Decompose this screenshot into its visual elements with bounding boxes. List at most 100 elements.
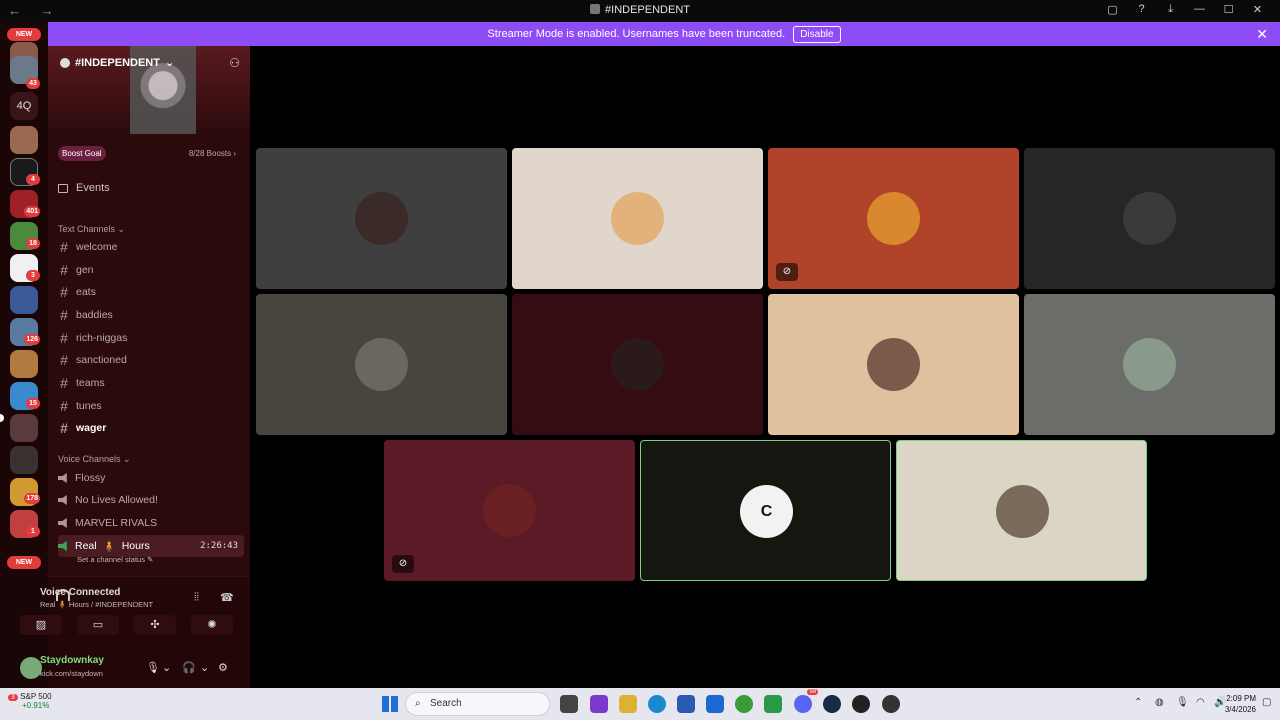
camera-icon[interactable]: ▨ [20, 615, 62, 635]
app-icon[interactable] [852, 695, 870, 713]
channel-eats[interactable]: # eats [58, 282, 244, 302]
username[interactable]: Staydownkay [40, 655, 104, 666]
task-view-icon[interactable] [560, 695, 578, 713]
voice-connected-label: Voice Connected [40, 587, 121, 598]
participant-tile[interactable] [512, 294, 763, 435]
avatar [611, 338, 664, 391]
channel-rich[interactable]: # rich-niggas [58, 328, 244, 348]
voice-connected-channel[interactable]: Real 🧍 Hours / #INDEPENDENT [40, 600, 153, 609]
server-icon[interactable]: 4Q [10, 92, 38, 120]
maximize-button[interactable]: ☐ [1214, 3, 1243, 16]
boost-count: 8/28 Boosts › [188, 149, 236, 158]
outlook-icon[interactable] [706, 695, 724, 713]
participant-tile[interactable] [1024, 148, 1275, 289]
tray-chevron-icon[interactable]: ⌃ [1134, 697, 1142, 708]
minimize-button[interactable]: — [1185, 3, 1214, 16]
participant-tile[interactable] [768, 294, 1019, 435]
voice-channel-real-hours[interactable]: Real 🧍 Hours 2:26:43 [58, 535, 244, 557]
new-badge: NEW [7, 28, 41, 41]
participant-tile[interactable]: ⊘ [384, 440, 635, 581]
voice-channels-category[interactable]: Voice Channels ⌄ [58, 454, 131, 465]
chevron-down-icon[interactable]: ⌄ [200, 661, 209, 674]
network-icon[interactable]: ◍ [1155, 697, 1164, 708]
participant-tile[interactable] [256, 294, 507, 435]
participant-tile[interactable] [512, 148, 763, 289]
channel-teams[interactable]: # teams [58, 373, 244, 393]
edge-icon[interactable] [648, 695, 666, 713]
server-icon[interactable] [10, 350, 38, 378]
participant-tile-speaking[interactable]: C [640, 440, 891, 581]
invite-people-icon[interactable]: ⚇ [229, 56, 240, 70]
participant-tile[interactable] [256, 148, 507, 289]
events-item[interactable]: Events [58, 182, 110, 194]
voice-channel-no-lives[interactable]: No Lives Allowed! [58, 490, 244, 510]
hash-icon: # [60, 398, 68, 414]
boost-goal-bar[interactable]: Boost Goal 8/28 Boosts › [48, 142, 250, 164]
microphone-icon[interactable]: 🎙 [146, 661, 160, 674]
channel-baddies[interactable]: # baddies [58, 305, 244, 325]
activities-icon[interactable]: ✣ [134, 615, 176, 635]
channel-welcome[interactable]: # welcome [58, 237, 244, 257]
channel-tunes[interactable]: # tunes [58, 396, 244, 416]
chrome-icon[interactable] [735, 695, 753, 713]
file-explorer-icon[interactable] [619, 695, 637, 713]
app-icon[interactable] [882, 695, 900, 713]
unread-badge: 3 [26, 270, 40, 281]
server-icon[interactable] [10, 414, 38, 442]
windows-start-icon[interactable] [382, 696, 398, 712]
widget-badge: 3 [8, 694, 18, 701]
download-icon[interactable]: ⤓ [1156, 3, 1185, 16]
screen-icon[interactable]: ▢ [1098, 3, 1127, 16]
soundboard-icon[interactable]: ✺ [191, 615, 233, 635]
voice-channel-flossy[interactable]: Flossy [58, 468, 244, 488]
clock[interactable]: 2:09 PM 3/4/2026 [1225, 693, 1256, 715]
server-header[interactable]: #INDEPENDENT ⌄ ⚇ [48, 46, 250, 134]
channel-status[interactable]: Set a channel status ✎ [77, 555, 153, 564]
participant-tile[interactable]: ⊘ [768, 148, 1019, 289]
stock-widget[interactable]: 3 S&P 500 +0.91% [8, 692, 52, 710]
text-channels-category[interactable]: Text Channels ⌄ [58, 224, 125, 235]
streamer-mode-banner: Streamer Mode is enabled. Usernames have… [48, 22, 1280, 46]
participant-tile-speaking[interactable] [896, 440, 1147, 581]
wifi-icon[interactable]: ◠ [1196, 697, 1205, 708]
unread-badge: 18 [26, 238, 40, 249]
new-badge: NEW [7, 556, 41, 569]
help-icon[interactable]: ? [1127, 3, 1156, 16]
avatar [611, 192, 664, 245]
avatar[interactable] [20, 657, 42, 679]
title-bar: ← → #INDEPENDENT ▢ ? ⤓ — ☐ ✕ [0, 0, 1280, 22]
screen-share-icon[interactable]: ▭ [77, 615, 119, 635]
notification-icon[interactable]: ▢ [1262, 697, 1271, 708]
close-button[interactable]: ✕ [1243, 3, 1272, 16]
voice-channel-marvel[interactable]: MARVEL RIVALS [58, 513, 244, 533]
participant-tile[interactable] [1024, 294, 1275, 435]
avatar [1123, 338, 1176, 391]
steam-icon[interactable] [823, 695, 841, 713]
channel-wager[interactable]: # wager [58, 418, 244, 438]
disable-button[interactable]: Disable [793, 25, 841, 43]
noise-suppression-icon[interactable]: ⦙⦙ [194, 591, 199, 604]
channel-sidebar: #INDEPENDENT ⌄ ⚇ Boost Goal 8/28 Boosts ›… [20, 46, 250, 688]
server-icon[interactable] [10, 446, 38, 474]
avatar [483, 484, 536, 537]
avatar [867, 192, 920, 245]
channel-gen[interactable]: # gen [58, 260, 244, 280]
server-name[interactable]: #INDEPENDENT ⌄ [60, 56, 174, 69]
disconnect-icon[interactable]: ☎ [220, 591, 234, 604]
avatar [996, 485, 1049, 538]
gear-icon[interactable]: ⚙ [218, 661, 228, 674]
user-panel: Staydownkay kick.com/staydown 🎙 ⌄ 🎧 ⌄ ⚙ [20, 651, 250, 687]
headphones-icon[interactable]: 🎧 [182, 661, 196, 674]
server-icon[interactable] [10, 126, 38, 154]
app-icon[interactable] [764, 695, 782, 713]
microphone-icon[interactable]: 🎙 [1176, 697, 1189, 708]
channel-sanctioned[interactable]: # sanctioned [58, 350, 244, 370]
store-icon[interactable] [677, 695, 695, 713]
discord-icon[interactable]: 99 [794, 689, 818, 713]
close-icon[interactable]: ✕ [1256, 26, 1268, 43]
app-icon[interactable] [590, 695, 608, 713]
chevron-down-icon[interactable]: ⌄ [162, 661, 171, 674]
search-box[interactable]: ⌕ Search [405, 692, 550, 716]
chevron-down-icon: ⌄ [164, 57, 175, 69]
server-icon[interactable] [10, 286, 38, 314]
